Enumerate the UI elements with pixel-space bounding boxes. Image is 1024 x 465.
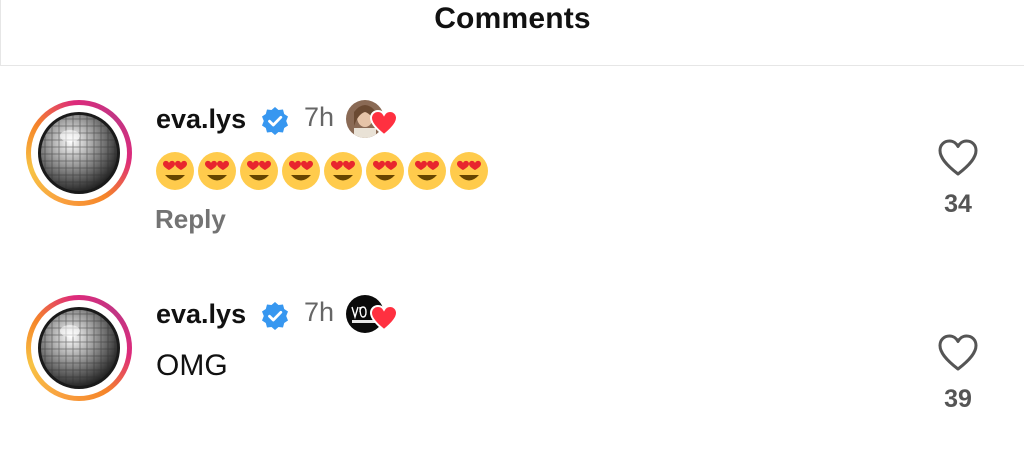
avatar[interactable]	[26, 100, 132, 206]
comment-item: eva.lys 7h OMG 39	[0, 295, 1024, 465]
heart-eyes-emoji-icon	[450, 152, 488, 190]
like-count: 34	[944, 190, 972, 218]
heart-eyes-emoji-icon	[198, 152, 236, 190]
comment-timestamp: 7h	[304, 102, 335, 132]
heart-eyes-emoji-icon	[324, 152, 362, 190]
avatar[interactable]	[26, 295, 132, 401]
heart-eyes-emoji-icon	[366, 152, 404, 190]
like-heart-icon[interactable]	[937, 333, 979, 373]
creator-like-heart-icon	[370, 110, 398, 136]
comment-item: eva.lys 7h Reply 34	[0, 100, 1024, 270]
heart-eyes-emoji-icon	[240, 152, 278, 190]
heart-eyes-emoji-icon	[282, 152, 320, 190]
reply-button[interactable]: Reply	[155, 204, 226, 235]
heart-eyes-emoji-icon	[156, 152, 194, 190]
comment-text: OMG	[156, 349, 228, 382]
creator-like-heart-icon	[370, 305, 398, 331]
like-count: 39	[944, 385, 972, 413]
page-title: Comments	[434, 2, 591, 35]
comment-username[interactable]: eva.lys	[156, 104, 246, 135]
like-heart-icon[interactable]	[937, 138, 979, 178]
verified-badge-icon	[262, 302, 288, 330]
disco-ball-avatar-image	[38, 112, 120, 194]
verified-badge-icon	[262, 107, 288, 135]
heart-eyes-emoji-icon	[408, 152, 446, 190]
comments-header: Comments	[0, 0, 1024, 66]
comment-emoji-text	[154, 150, 490, 192]
comment-timestamp: 7h	[304, 297, 335, 327]
comment-username[interactable]: eva.lys	[156, 299, 246, 330]
disco-ball-avatar-image	[38, 307, 120, 389]
